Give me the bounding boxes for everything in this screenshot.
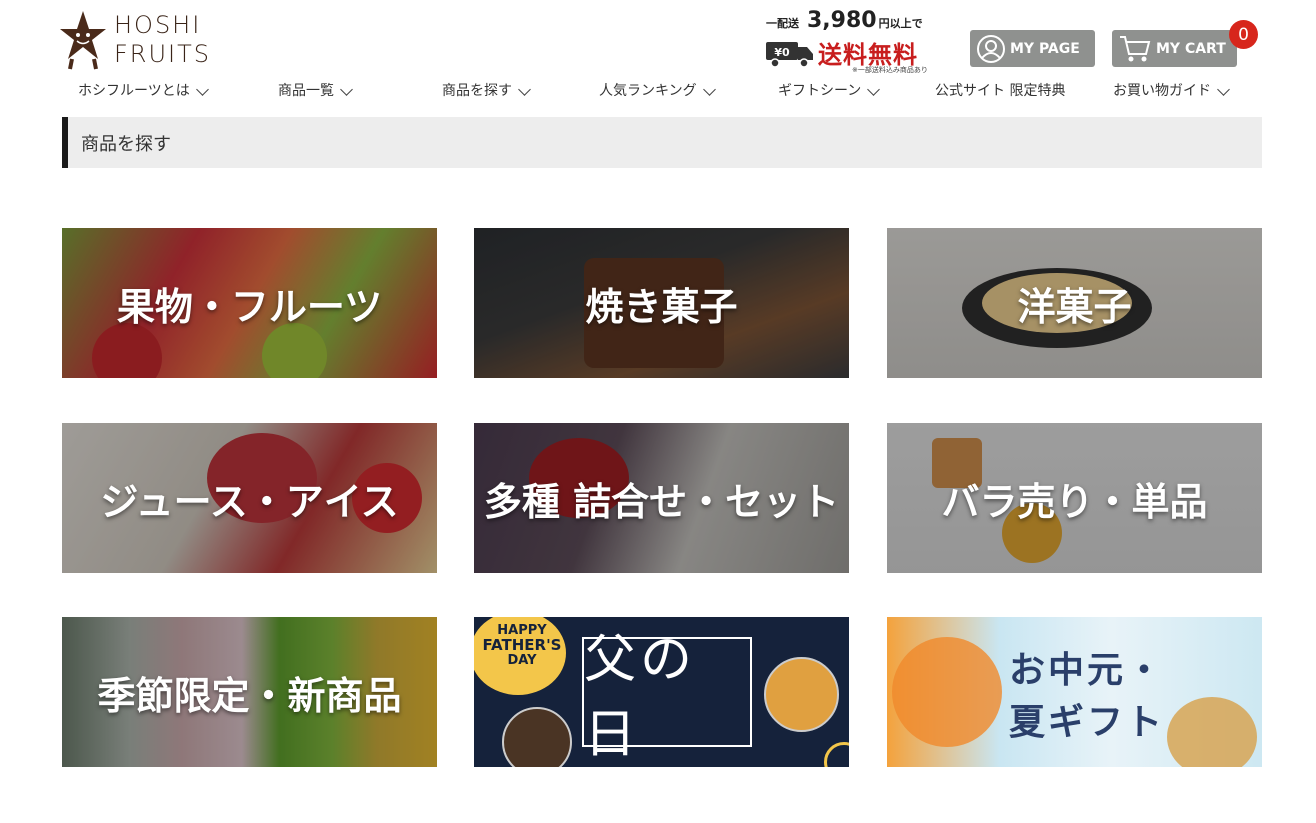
nav-shopping-guide[interactable]: お買い物ガイド [1113,80,1230,100]
badge-line-3: DAY [507,653,537,668]
cart-count-badge: 0 [1229,20,1258,49]
category-tile-seasonal-new[interactable]: 季節限定・新商品 [62,617,437,767]
category-tile-summer-gift[interactable]: お中元・ 夏ギフト [887,617,1262,767]
yen-zero-badge: ¥0 [774,46,790,59]
my-page-label: MY PAGE [1010,40,1080,57]
my-page-button[interactable]: MY PAGE [970,30,1095,67]
category-tile-baked-sweets[interactable]: 焼き菓子 [474,228,849,378]
shipping-suffix: 円以上で [878,17,923,30]
category-label: ジュース・アイス [100,479,399,524]
category-label: 焼き菓子 [585,284,738,329]
category-label: 洋菓子 [1017,284,1132,329]
category-label: 父の日 [584,630,697,765]
my-cart-label: MY CART [1156,40,1226,57]
category-tile-fruits[interactable]: 果物・フルーツ [62,228,437,378]
happy-fathers-day-badge: HAPPY FATHER'S DAY [480,623,564,668]
user-icon [977,34,1005,63]
category-tile-fathers-day[interactable]: HAPPY FATHER'S DAY 父の日 [474,617,849,767]
chevron-down-icon [518,82,531,96]
category-label: バラ売り・単品 [941,479,1208,524]
summer-gift-line-2: 夏ギフト [1008,702,1165,743]
chevron-down-icon [195,82,209,96]
nav-products[interactable]: 商品一覧 [278,80,353,100]
category-tile-single-items[interactable]: バラ売り・単品 [887,423,1262,573]
nav-gift-scene-label: ギフトシーン [778,83,862,99]
nav-search[interactable]: 商品を探す [442,80,531,100]
nav-search-label: 商品を探す [442,83,512,99]
badge-line-2: FATHER'S [482,636,562,654]
category-tile-juice-ice[interactable]: ジュース・アイス [62,423,437,573]
cart-icon [1120,35,1151,61]
nav-ranking-label: 人気ランキング [599,83,697,99]
main-nav: ホシフルーツとは 商品一覧 商品を探す 人気ランキング ギフトシーン 公式サイト… [0,80,1316,108]
nav-products-label: 商品一覧 [278,83,334,99]
chevron-down-icon [340,82,353,96]
site-logo[interactable]: HOSHI FRUITS [58,8,228,72]
page-title: 商品を探す [81,133,171,155]
shipping-threshold: 3,980 [807,8,877,33]
site-header: HOSHI FRUITS 一配送 3,980 円以上で ¥0 送料無料 ※一部送… [0,0,1316,108]
chevron-down-icon [1217,82,1230,96]
nav-ranking[interactable]: 人気ランキング [599,80,716,100]
category-label: 季節限定・新商品 [97,673,402,718]
nav-about[interactable]: ホシフルーツとは [78,80,209,100]
logo-line-1: HOSHI [114,11,202,39]
nav-official-benefits-label: 公式サイト 限定特典 [935,83,1066,99]
fathers-day-frame: 父の日 [582,630,752,765]
nav-about-label: ホシフルーツとは [78,83,190,99]
category-tile-assortment-set[interactable]: 多種 詰合せ・セット [474,423,849,573]
nav-official-benefits[interactable]: 公式サイト 限定特典 [935,80,1065,100]
category-label: 多種 詰合せ・セット [483,479,840,524]
category-label: 果物・フルーツ [116,284,383,329]
my-cart-button[interactable]: MY CART [1112,30,1237,67]
shipping-prefix: 一配送 [766,17,799,30]
summer-gift-label: お中元・ 夏ギフト [977,645,1197,749]
summer-gift-line-1: お中元・ [1008,650,1165,691]
category-tile-western-sweets[interactable]: 洋菓子 [887,228,1262,378]
shipping-note: ※一部送料込み商品あり [852,66,928,74]
star-mascot-icon [60,11,106,70]
truck-icon: ¥0 [766,41,813,68]
page-title-bar: 商品を探す [62,117,1262,168]
free-shipping-banner: 一配送 3,980 円以上で ¥0 送料無料 ※一部送料込み商品あり [766,8,946,74]
nav-gift-scene[interactable]: ギフトシーン [778,80,881,100]
chevron-down-icon [867,82,881,96]
chevron-down-icon [702,82,716,96]
nav-shopping-guide-label: お買い物ガイド [1113,83,1211,99]
logo-line-2: FRUITS [114,40,212,68]
